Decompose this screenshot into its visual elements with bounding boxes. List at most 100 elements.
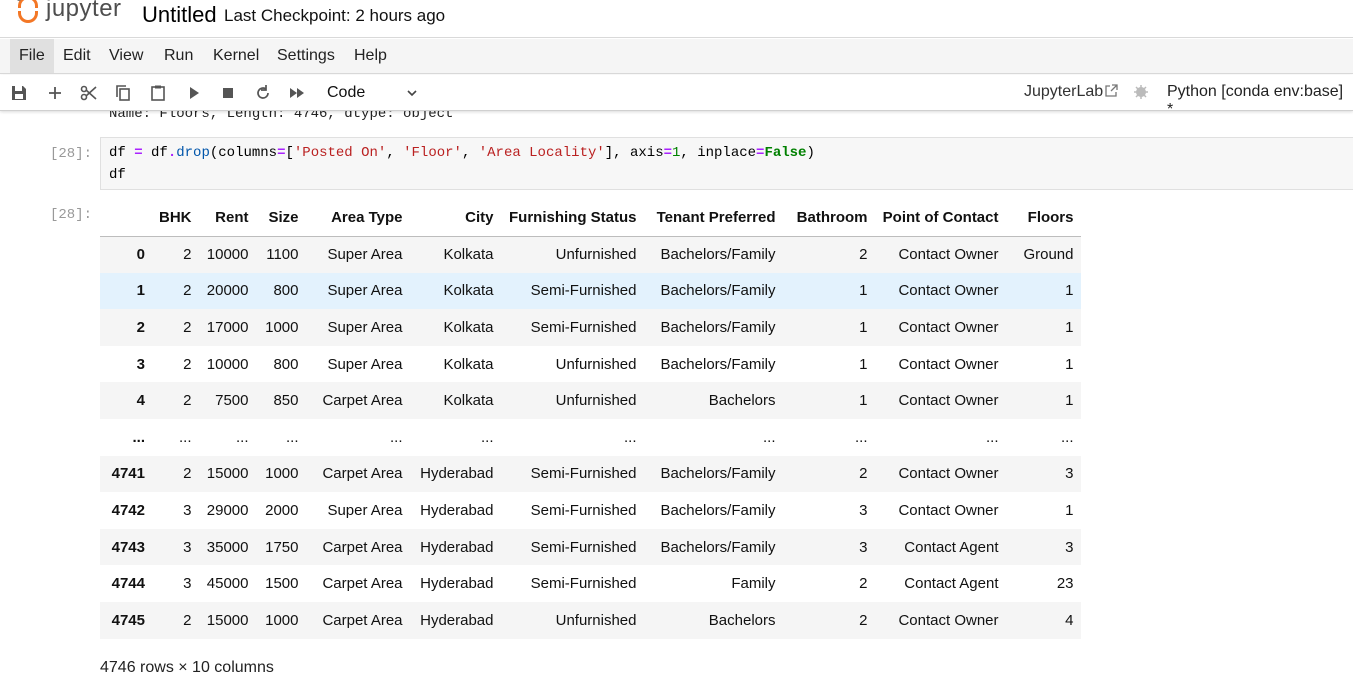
code-token: ], axis: [604, 145, 664, 161]
cut-icon: [80, 85, 97, 101]
menu-kernel[interactable]: Kernel: [204, 39, 268, 73]
table-row: 4745 2 15000 1000 Carpet Area Hyderabad Unfurn…: [100, 601, 1081, 639]
table-cell: Hyderabad: [420, 575, 494, 593]
row-index: 4744: [111, 575, 145, 593]
table-cell: Bachelors/Family: [660, 501, 776, 519]
notebook-title[interactable]: Untitled: [142, 2, 217, 28]
menu-run[interactable]: Run: [155, 39, 202, 73]
table-cell: 1000: [265, 318, 299, 336]
stop-icon: [223, 88, 233, 98]
table-cell: ...: [985, 428, 999, 446]
code-token: ): [806, 145, 815, 161]
table-cell: 2: [183, 246, 192, 264]
menu-view[interactable]: View: [100, 39, 152, 73]
table-cell: 800: [273, 282, 299, 300]
run-icon: [190, 87, 199, 99]
table-cell: 3: [859, 501, 868, 519]
logo-text: jupyter: [46, 0, 122, 22]
kernel-name[interactable]: Python [conda env:base] *: [1167, 83, 1353, 119]
restart-kernel-button[interactable]: [251, 81, 275, 105]
add-cell-icon: [49, 87, 61, 99]
cut-button[interactable]: [77, 81, 101, 105]
table-cell: ...: [623, 428, 637, 446]
cell-type-select[interactable]: Code: [318, 80, 422, 106]
table-cell: ...: [480, 428, 494, 446]
table-cell: Contact Owner: [898, 355, 999, 373]
table-cell: Contact Owner: [898, 611, 999, 629]
save-button[interactable]: [7, 81, 31, 105]
code-token: ,: [386, 145, 404, 161]
code-editor[interactable]: df = df.drop(columns = ['Posted On', 'Floo…: [100, 137, 1353, 190]
column-header: Furnishing Status: [500, 199, 644, 237]
row-index: 3: [136, 355, 145, 373]
menu-help[interactable]: Help: [345, 39, 396, 73]
table-cell: Kolkata: [443, 392, 494, 410]
table-cell: Carpet Area: [322, 465, 403, 483]
paste-button[interactable]: [146, 81, 170, 105]
output-prompt: [28]:: [50, 207, 93, 223]
menu-settings[interactable]: Settings: [268, 39, 344, 73]
jupyter-logo[interactable]: jupyter: [16, 0, 122, 24]
table-cell: 2: [859, 246, 868, 264]
table-cell: 45000: [206, 575, 249, 593]
table-cell: 15000: [206, 465, 249, 483]
table-cell: 3: [1065, 465, 1074, 483]
code-token: , inplace: [680, 145, 757, 161]
menu-bar: File Edit View Run Kernel Settings Help: [0, 39, 1353, 74]
table-cell: Bachelors/Family: [660, 538, 776, 556]
table-cell: 1: [1065, 392, 1074, 410]
paste-icon: [151, 85, 165, 101]
column-header: Floors: [1005, 199, 1081, 237]
table-cell: Super Area: [327, 318, 403, 336]
table-row: 0 2 10000 1100 Super Area Kolkata Unfurnished B…: [100, 236, 1081, 273]
column-header: Size: [255, 199, 306, 237]
menu-edit[interactable]: Edit: [54, 39, 100, 73]
column-header: City: [409, 199, 501, 237]
table-cell: 7500: [215, 392, 249, 410]
table-row: 4 2 7500 850 Carpet Area Kolkata Unfurnished Ba…: [100, 382, 1081, 419]
restart-icon: [257, 85, 269, 99]
table-row: 4743 3 35000 1750 Carpet Area Hyderabad Semi-F…: [100, 528, 1081, 566]
table-row: 4744 3 45000 1500 Carpet Area Hyderabad Semi-F…: [100, 565, 1081, 602]
notebook-toolbar: Code JupyterLab Python [conda env:base] …: [0, 75, 1353, 118]
table-cell: Bachelors/Family: [660, 282, 776, 300]
table-cell: Carpet Area: [322, 538, 403, 556]
table-cell: ...: [285, 428, 299, 446]
table-cell: ...: [178, 428, 192, 446]
row-index: 4: [136, 392, 145, 410]
table-cell: 1000: [265, 611, 299, 629]
menu-file[interactable]: File: [10, 39, 54, 73]
code-token: .: [167, 145, 177, 161]
table-cell: 2: [183, 318, 192, 336]
table-cell: Contact Owner: [898, 318, 999, 336]
table-cell: 10000: [206, 355, 249, 373]
table-cell: Semi-Furnished: [530, 538, 637, 556]
column-header: Bathroom: [782, 199, 875, 237]
row-index: 4742: [111, 501, 145, 519]
table-cell: Bachelors/Family: [660, 246, 776, 264]
add-cell-button[interactable]: [43, 81, 67, 105]
table-cell: 1: [859, 392, 868, 410]
copy-button[interactable]: [111, 81, 135, 105]
stop-kernel-button[interactable]: [216, 81, 240, 105]
table-cell: Semi-Furnished: [530, 282, 637, 300]
row-index: ...: [132, 428, 145, 446]
row-index: 2: [136, 318, 145, 336]
table-cell: 1750: [265, 538, 299, 556]
table-cell: Semi-Furnished: [530, 575, 637, 593]
table-cell: Hyderabad: [420, 465, 494, 483]
row-index: 1: [136, 282, 145, 300]
table-cell: Bachelors/Family: [660, 465, 776, 483]
table-cell: ...: [854, 428, 868, 446]
table-cell: 1: [859, 282, 868, 300]
table-cell: 1: [1065, 355, 1074, 373]
table-cell: 2: [183, 392, 192, 410]
run-all-button[interactable]: [285, 81, 309, 105]
table-cell: 1: [1065, 318, 1074, 336]
table-cell: 2: [183, 355, 192, 373]
table-cell: 15000: [206, 611, 249, 629]
column-header: Point of Contact: [874, 199, 1006, 237]
jupyterlab-link[interactable]: JupyterLab: [1024, 83, 1103, 101]
kernel-status-icon: [1134, 85, 1148, 99]
run-cell-button[interactable]: [182, 81, 206, 105]
